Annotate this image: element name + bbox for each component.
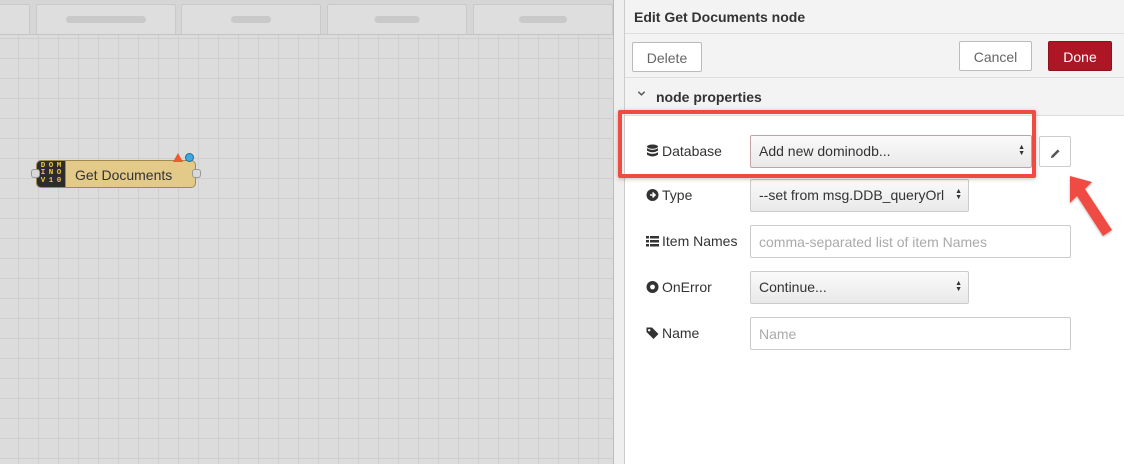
circle-dot-icon xyxy=(646,280,659,294)
section-title: node properties xyxy=(656,89,762,105)
name-input[interactable] xyxy=(750,317,1071,350)
type-select[interactable]: --set from msg.DDB_queryOrl ▲ ▼ xyxy=(750,179,969,212)
changed-triangle-icon xyxy=(173,153,183,162)
form-row-item-names: Item Names xyxy=(625,225,1124,259)
database-label: Database xyxy=(662,143,722,159)
type-label: Type xyxy=(662,187,693,203)
workspace-tab[interactable] xyxy=(0,4,30,34)
database-select-value: Add new dominodb... xyxy=(759,143,891,159)
workspace-tab-strip xyxy=(0,0,613,35)
form-row-on-error: OnError Continue... ▲ ▼ xyxy=(625,271,1124,305)
on-error-select[interactable]: Continue... ▲ ▼ xyxy=(750,271,969,304)
tag-icon xyxy=(646,326,659,340)
workspace-tab[interactable] xyxy=(327,4,467,34)
item-names-input[interactable] xyxy=(750,225,1071,258)
pencil-icon xyxy=(1050,146,1061,162)
on-error-label-group: OnError xyxy=(646,279,712,295)
database-label-group: Database xyxy=(646,143,722,159)
status-dot-icon xyxy=(185,153,194,162)
name-label-group: Name xyxy=(646,325,699,341)
name-label: Name xyxy=(662,325,700,341)
panel-divider[interactable] xyxy=(613,0,625,464)
cancel-button[interactable]: Cancel xyxy=(959,41,1032,71)
edit-tray: Edit Get Documents node Delete Cancel Do… xyxy=(625,0,1124,464)
flow-canvas[interactable]: DOM INO V10 Get Documents xyxy=(0,0,613,464)
arrow-circle-right-icon xyxy=(646,188,659,202)
database-select[interactable]: Add new dominodb... ▲ ▼ xyxy=(750,135,1032,168)
done-button[interactable]: Done xyxy=(1048,41,1112,71)
tray-header: Edit Get Documents node xyxy=(625,0,1124,34)
form-row-name: Name xyxy=(625,317,1124,351)
select-arrows-icon: ▲ ▼ xyxy=(955,280,962,293)
workspace-tab[interactable] xyxy=(181,4,321,34)
flow-node-get-documents[interactable]: DOM INO V10 Get Documents xyxy=(31,153,201,188)
domino-v10-icon: DOM INO V10 xyxy=(37,161,66,187)
database-icon xyxy=(646,144,659,158)
type-label-group: Type xyxy=(646,187,692,203)
workspace-tab[interactable] xyxy=(36,4,176,34)
node-output-port[interactable] xyxy=(192,169,201,178)
form-row-type: Type --set from msg.DDB_queryOrl ▲ ▼ xyxy=(625,179,1124,213)
type-select-value: --set from msg.DDB_queryOrl xyxy=(759,187,945,203)
on-error-label: OnError xyxy=(662,279,712,295)
select-arrows-icon: ▲ ▼ xyxy=(955,188,962,201)
node-label: Get Documents xyxy=(75,167,173,183)
tray-title: Edit Get Documents node xyxy=(634,9,806,25)
on-error-select-value: Continue... xyxy=(759,279,827,295)
node-input-port[interactable] xyxy=(31,169,40,178)
form-row-database: Database Add new dominodb... ▲ ▼ xyxy=(625,135,1124,169)
item-names-label-group: Item Names xyxy=(646,233,737,249)
select-arrows-icon: ▲ ▼ xyxy=(1018,144,1025,157)
tray-toolbar: Delete Cancel Done xyxy=(625,34,1124,78)
item-names-label: Item Names xyxy=(662,233,738,249)
section-header-node-properties[interactable]: node properties xyxy=(625,78,1124,116)
workspace-tab[interactable] xyxy=(473,4,613,34)
chevron-down-icon xyxy=(637,89,646,101)
edit-config-button[interactable] xyxy=(1039,136,1071,167)
delete-button[interactable]: Delete xyxy=(632,42,702,72)
list-icon xyxy=(646,234,659,248)
